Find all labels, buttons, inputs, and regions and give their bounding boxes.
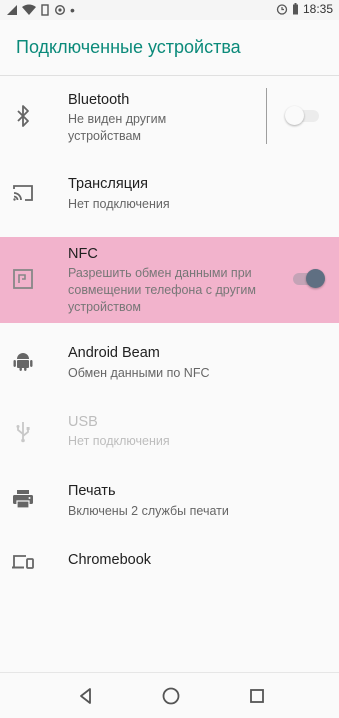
nfc-subtitle: Разрешить обмен данными при совмещении т…	[68, 266, 256, 314]
bluetooth-title: Bluetooth	[68, 92, 130, 108]
print-subtitle: Включены 2 службы печати	[68, 504, 229, 518]
home-icon[interactable]	[160, 685, 182, 707]
usb-subtitle: Нет подключения	[68, 434, 170, 448]
nfc-toggle-thumb	[306, 269, 325, 288]
usb-title: USB	[68, 414, 98, 430]
bluetooth-subtitle: Не виден другим устройствам	[68, 112, 167, 143]
cast-row[interactable]: Трансляция Нет подключения	[0, 162, 339, 224]
app-bar: Подключенные устройства	[0, 20, 339, 76]
bluetooth-toggle-thumb	[285, 106, 304, 125]
nfc-title: NFC	[68, 246, 98, 262]
email-icon	[54, 4, 66, 16]
status-bar: • 18:35	[0, 0, 339, 20]
recents-icon[interactable]	[246, 685, 268, 707]
alarm-icon	[276, 4, 288, 15]
bluetooth-toggle[interactable]	[285, 105, 321, 125]
navigation-bar	[0, 672, 339, 718]
signal-icon	[7, 5, 17, 15]
back-icon[interactable]	[75, 685, 97, 707]
bluetooth-icon	[17, 105, 29, 127]
battery-icon	[292, 3, 298, 15]
android-beam-subtitle: Обмен данными по NFC	[68, 366, 210, 380]
android-beam-row[interactable]: Android Beam Обмен данными по NFC	[0, 332, 339, 394]
usb-icon	[16, 422, 30, 443]
sim-icon	[41, 4, 49, 16]
android-icon	[13, 353, 33, 371]
print-icon	[13, 490, 33, 509]
nfc-toggle[interactable]	[291, 268, 327, 288]
print-title: Печать	[68, 483, 116, 499]
bluetooth-divider	[266, 88, 267, 144]
android-beam-title: Android Beam	[68, 345, 160, 361]
cast-title: Трансляция	[68, 176, 148, 192]
usb-row: USB Нет подключения	[0, 402, 339, 462]
devices-icon	[12, 555, 34, 569]
print-row[interactable]: Печать Включены 2 службы печати	[0, 470, 339, 532]
more-notifications-icon: •	[70, 2, 75, 18]
status-icons-left: •	[6, 2, 75, 18]
nfc-row[interactable]: NFC Разрешить обмен данными при совмещен…	[0, 237, 339, 323]
cast-icon	[13, 185, 33, 201]
cast-subtitle: Нет подключения	[68, 197, 170, 211]
chromebook-title: Chromebook	[68, 552, 152, 568]
wifi-icon	[22, 4, 36, 15]
nfc-icon	[13, 269, 33, 289]
clock: 18:35	[302, 2, 333, 16]
chromebook-row[interactable]: Chromebook	[0, 540, 339, 584]
status-icons-right: 18:35	[276, 2, 333, 16]
page-title: Подключенные устройства	[16, 37, 241, 57]
